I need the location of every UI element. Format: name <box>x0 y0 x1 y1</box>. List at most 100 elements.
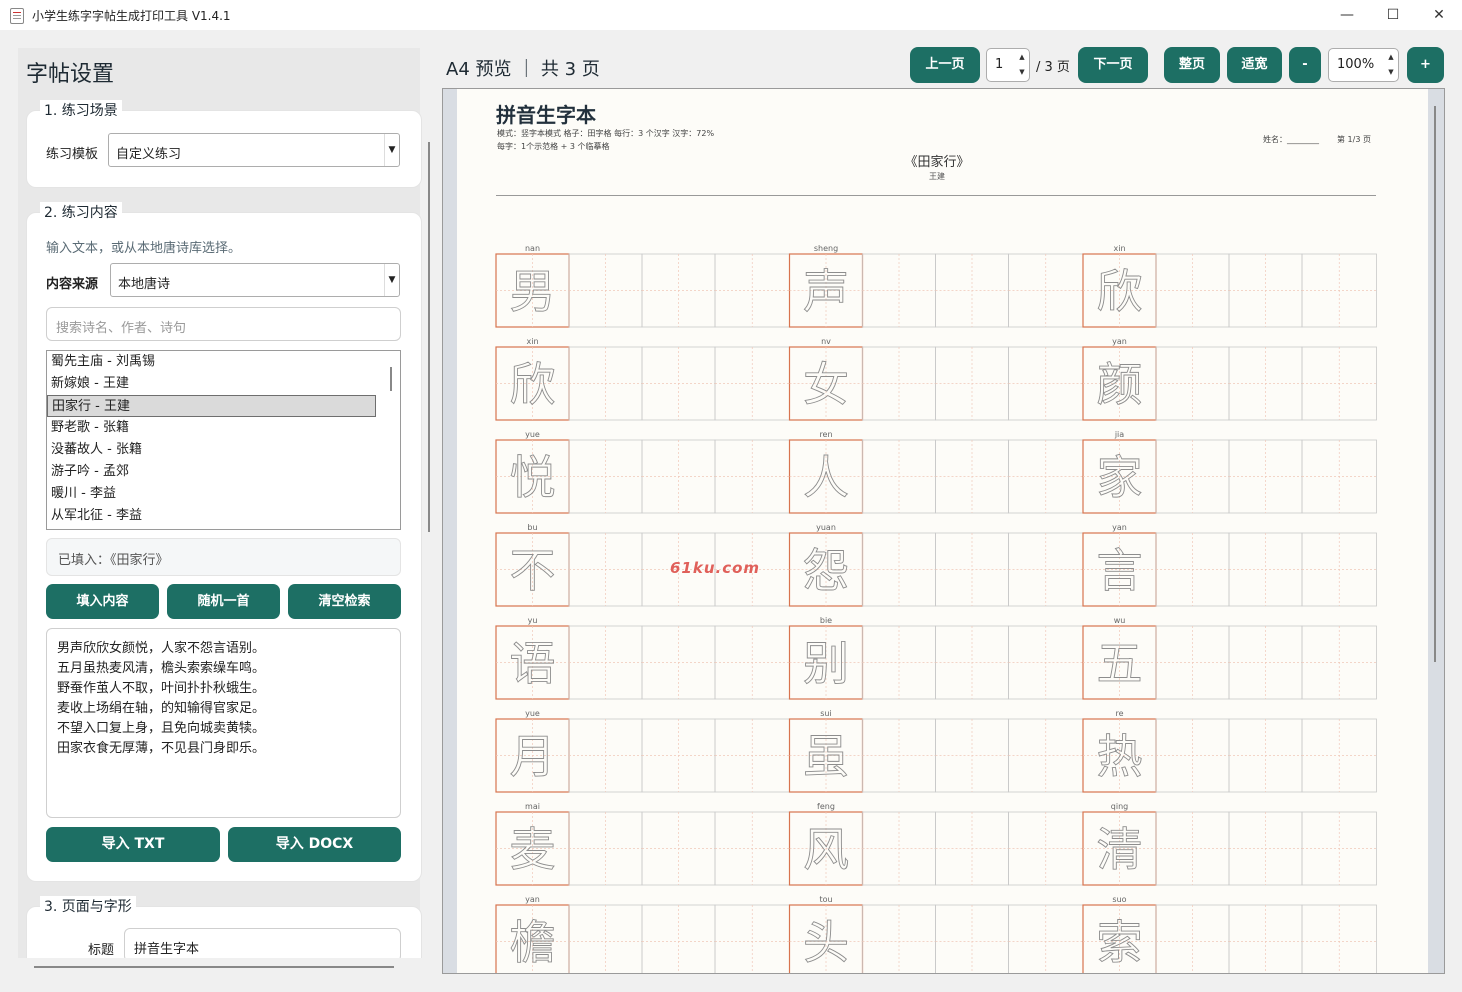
poem-list-item-selected[interactable]: 田家行 - 王建 <box>47 395 376 417</box>
sidebar-v-scrollbar[interactable] <box>428 142 430 532</box>
model-character: 悦 <box>510 451 556 505</box>
spin-up-icon[interactable]: ▲ <box>1385 50 1397 65</box>
zoom-out-button[interactable]: - <box>1289 47 1321 83</box>
model-character: 怨 <box>803 544 849 598</box>
pinyin-label: qing <box>1111 802 1128 811</box>
template-label: 练习模板 <box>46 147 99 162</box>
pinyin-label: yan <box>1112 523 1127 532</box>
model-character: 欣 <box>1097 265 1143 319</box>
content-line: 麦收上场绢在轴，的知输得官家足。 <box>57 701 266 716</box>
model-character: 语 <box>510 637 556 691</box>
source-value: 本地唐诗 <box>118 277 171 292</box>
model-character: 人 <box>803 451 849 505</box>
page-spinner[interactable]: 1 ▲ ▼ <box>986 48 1030 82</box>
clear-search-button[interactable]: 清空检索 <box>288 584 401 619</box>
model-character: 家 <box>1097 451 1143 505</box>
grid-cell <box>1008 904 1084 973</box>
grid-cell <box>935 904 1009 973</box>
poem-list-item[interactable]: 游子吟 - 孟郊 <box>47 461 376 483</box>
source-select[interactable]: 本地唐诗 ▼ <box>110 263 400 297</box>
poem-list-item[interactable]: 暖川 - 李益 <box>47 483 376 505</box>
list-scrollbar[interactable] <box>390 367 392 391</box>
model-character: 欣 <box>510 358 556 412</box>
prev-page-button[interactable]: 上一页 <box>910 47 980 83</box>
model-character: 清 <box>1097 823 1143 877</box>
source-label: 内容来源 <box>46 277 99 292</box>
model-character: 声 <box>803 265 849 319</box>
import-txt-button[interactable]: 导入 TXT <box>46 827 220 862</box>
minimize-icon[interactable]: — <box>1324 0 1370 30</box>
model-character: 檐 <box>510 916 556 970</box>
next-page-button[interactable]: 下一页 <box>1078 47 1148 83</box>
zoom-value: 100% <box>1337 57 1375 72</box>
search-input[interactable]: 搜索诗名、作者、诗句 <box>46 307 401 341</box>
content-textarea[interactable]: 男声欣欣女颜悦，人家不怨言语别。 五月虽热麦风清，檐头索索缲车鸣。 野蚕作茧人不… <box>46 628 401 818</box>
title-label: 标题 <box>88 943 115 958</box>
pinyin-label: jia <box>1114 430 1124 439</box>
pinyin-label: wu <box>1114 616 1126 625</box>
poem-list-item[interactable]: 没蕃故人 - 张籍 <box>47 439 376 461</box>
a4-page: 拼音生字本 模式：竖字本模式 格子：田字格 每行：3 个汉字 汉字：72% 每字… <box>457 89 1428 973</box>
import-docx-button[interactable]: 导入 DOCX <box>228 827 401 862</box>
pinyin-label: bie <box>820 616 832 625</box>
preview-area[interactable]: 拼音生字本 模式：竖字本模式 格子：田字格 每行：3 个汉字 汉字：72% 每字… <box>442 88 1445 974</box>
pinyin-label: suo <box>1112 895 1126 904</box>
zoom-spinner[interactable]: 100% ▲ ▼ <box>1328 48 1399 82</box>
search-placeholder: 搜索诗名、作者、诗句 <box>56 321 187 336</box>
sidebar-footer <box>0 958 428 992</box>
poem-list[interactable]: 蜀先主庙 - 刘禹锡 新嫁娘 - 王建 田家行 - 王建 野老歌 - 张籍 没蕃… <box>46 350 401 530</box>
pinyin-label: sui <box>820 709 831 718</box>
grid-cell <box>1228 904 1303 973</box>
pinyin-label: re <box>1115 709 1123 718</box>
model-character: 索 <box>1097 916 1143 970</box>
model-character: 不 <box>510 544 556 598</box>
spin-up-icon[interactable]: ▲ <box>1016 50 1028 65</box>
model-character: 月 <box>510 730 556 784</box>
sidebar-h-scrollbar[interactable] <box>34 966 394 968</box>
random-poem-button[interactable]: 随机一首 <box>167 584 280 619</box>
app-icon <box>10 8 24 24</box>
preview-scrollbar[interactable] <box>1434 106 1436 662</box>
model-character: 别 <box>803 637 849 691</box>
model-character: 男 <box>510 265 556 319</box>
model-character: 言 <box>1097 544 1143 598</box>
grid-cell <box>641 904 716 973</box>
pinyin-label: nan <box>525 244 540 253</box>
content-line: 不望入口复上身，且免向城卖黄犊。 <box>57 721 266 736</box>
fit-width-button[interactable]: 适宽 <box>1227 47 1282 83</box>
title-bar: 小学生练字字帖生成打印工具 V1.4.1 — ☐ ✕ <box>0 0 1462 30</box>
watermark: 61ku.com <box>670 559 761 577</box>
pinyin-label: xin <box>1113 244 1125 253</box>
spin-down-icon[interactable]: ▼ <box>1385 65 1397 80</box>
template-select[interactable]: 自定义练习 ▼ <box>108 133 400 167</box>
filled-status-text: 已填入：《田家行》 <box>58 553 169 568</box>
maximize-icon[interactable]: ☐ <box>1370 0 1416 30</box>
close-icon[interactable]: ✕ <box>1416 0 1462 30</box>
poem-list-item[interactable]: 新嫁娘 - 王建 <box>47 373 376 395</box>
grid-cell <box>714 904 790 973</box>
pinyin-label: feng <box>817 802 835 811</box>
pinyin-label: yue <box>525 430 540 439</box>
model-character: 头 <box>803 916 849 970</box>
window-title: 小学生练字字帖生成打印工具 V1.4.1 <box>32 9 231 23</box>
model-character: 五 <box>1097 637 1143 691</box>
content-line: 野蚕作茧人不取，叶间扑扑秋蛾生。 <box>57 681 266 696</box>
pinyin-label: mai <box>525 802 540 811</box>
chevron-down-icon: ▼ <box>384 264 399 296</box>
title-input[interactable]: 拼音生字本 <box>124 928 401 962</box>
fill-content-button[interactable]: 填入内容 <box>46 584 159 619</box>
content-section-label: 2. 练习内容 <box>40 202 122 222</box>
grid-cell <box>1155 904 1230 973</box>
model-character: 女 <box>803 358 849 412</box>
fit-page-button[interactable]: 整页 <box>1164 47 1220 83</box>
filled-status: 已填入：《田家行》 <box>46 538 401 576</box>
zoom-in-button[interactable]: + <box>1407 47 1444 83</box>
model-character: 虽 <box>803 730 849 784</box>
poem-list-item[interactable]: 从军北征 - 李益 <box>47 505 376 527</box>
page-total: / 3 页 <box>1036 60 1070 75</box>
poem-list-item[interactable]: 野老歌 - 张籍 <box>47 417 376 439</box>
pinyin-label: sheng <box>814 244 838 253</box>
model-character: 颜 <box>1097 358 1143 412</box>
spin-down-icon[interactable]: ▼ <box>1016 65 1028 80</box>
poem-list-item[interactable]: 蜀先主庙 - 刘禹锡 <box>47 351 376 373</box>
